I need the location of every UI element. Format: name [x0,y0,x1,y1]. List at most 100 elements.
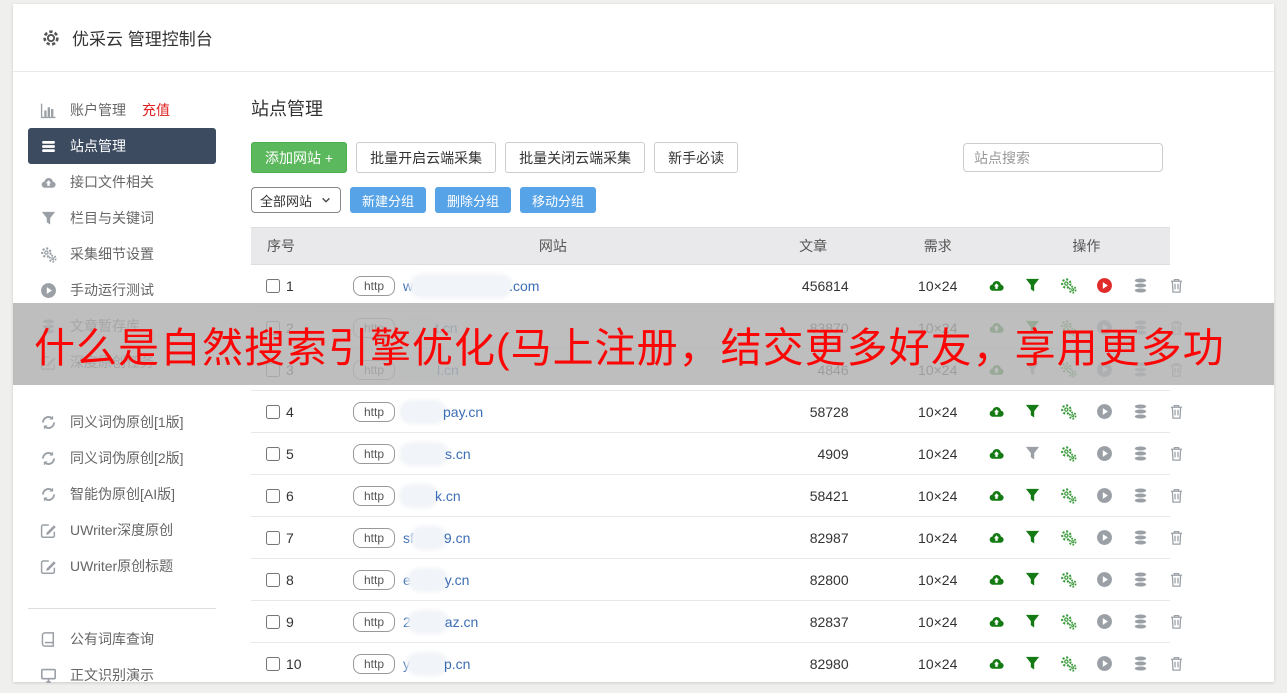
batch-open-cloud-collect-button[interactable]: 批量开启云端采集 [356,142,497,173]
play-icon[interactable] [1096,655,1113,672]
site-domain-link[interactable]: pay.cn [403,403,483,420]
gears-icon[interactable] [1060,487,1077,504]
gears-icon[interactable] [1060,445,1077,462]
row-checkbox[interactable] [266,404,280,419]
play-icon[interactable] [1096,529,1113,546]
site-domain-link[interactable]: s.cn [403,445,471,462]
row-checkbox[interactable] [266,446,280,461]
cloud-upload-icon[interactable] [988,277,1005,294]
trash-icon[interactable] [1168,445,1185,462]
row-demand-value[interactable]: 10×24 [872,558,1003,601]
row-checkbox[interactable] [266,656,280,671]
add-site-button[interactable]: 添加网站 + [251,142,348,173]
new-group-button[interactable]: 新建分组 [350,187,427,213]
site-domain-link[interactable]: 2 az.cn [403,613,478,630]
filter-icon[interactable] [1024,655,1041,672]
filter-icon[interactable] [1024,445,1041,462]
sidebar-item-UWriter原创标题[interactable]: UWriter原创标题 [13,548,216,584]
trash-icon[interactable] [1168,277,1185,294]
row-demand-value[interactable]: 10×24 [872,432,1003,475]
http-protocol-badge[interactable]: http [352,485,395,506]
sidebar-item-正文识别演示[interactable]: 正文识别演示 [13,657,216,693]
cloud-upload-icon[interactable] [988,613,1005,630]
row-checkbox[interactable] [266,572,280,587]
http-protocol-badge[interactable]: http [352,443,395,464]
gears-icon[interactable] [1060,277,1077,294]
sidebar-item-接口文件相关[interactable]: 接口文件相关 [13,164,216,200]
cloud-upload-icon[interactable] [988,445,1005,462]
site-domain-link[interactable]: e y.cn [403,571,469,588]
trash-icon[interactable] [1168,403,1185,420]
site-search-input[interactable] [963,143,1163,172]
database-icon[interactable] [1132,571,1149,588]
site-domain-link[interactable]: y p.cn [403,655,470,672]
recharge-badge[interactable]: 充值 [142,100,170,120]
http-protocol-badge[interactable]: http [352,527,395,548]
gears-icon[interactable] [1060,529,1077,546]
trash-icon[interactable] [1168,613,1185,630]
sidebar-item-账户管理[interactable]: 账户管理 充值 [13,92,216,128]
site-domain-link[interactable]: w .com [403,277,539,294]
filter-icon[interactable] [1024,277,1041,294]
row-articles-count[interactable]: 58421 [753,474,873,517]
play-icon[interactable] [1096,487,1113,504]
filter-icon[interactable] [1024,403,1041,420]
row-checkbox[interactable] [266,614,280,629]
sidebar-item-同义词伪原创[2版][interactable]: 同义词伪原创[2版] [13,440,216,476]
filter-icon[interactable] [1024,487,1041,504]
database-icon[interactable] [1132,487,1149,504]
row-articles-count[interactable]: 4909 [753,432,873,475]
row-articles-count[interactable]: 82800 [753,558,873,601]
play-icon[interactable] [1096,403,1113,420]
trash-icon[interactable] [1168,655,1185,672]
sidebar-item-公有词库查询[interactable]: 公有词库查询 [13,621,216,657]
cloud-upload-icon[interactable] [988,529,1005,546]
gears-icon[interactable] [1060,613,1077,630]
site-domain-link[interactable]: k.cn [403,487,461,504]
row-demand-value[interactable]: 10×24 [872,474,1003,517]
trash-icon[interactable] [1168,571,1185,588]
play-icon[interactable] [1096,571,1113,588]
database-icon[interactable] [1132,655,1149,672]
sidebar-item-同义词伪原创[1版][interactable]: 同义词伪原创[1版] [13,404,216,440]
sidebar-item-栏目与关键词[interactable]: 栏目与关键词 [13,200,216,236]
row-demand-value[interactable]: 10×24 [872,600,1003,643]
gears-icon[interactable] [1060,403,1077,420]
move-group-button[interactable]: 移动分组 [520,187,597,213]
row-articles-count[interactable]: 82837 [753,600,873,643]
database-icon[interactable] [1132,529,1149,546]
cloud-upload-icon[interactable] [988,403,1005,420]
row-articles-count[interactable]: 82987 [753,516,873,559]
cloud-upload-icon[interactable] [988,571,1005,588]
cloud-upload-icon[interactable] [988,487,1005,504]
row-articles-count[interactable]: 456814 [753,264,873,307]
trash-icon[interactable] [1168,529,1185,546]
beginner-guide-button[interactable]: 新手必读 [654,142,739,173]
http-protocol-badge[interactable]: http [352,569,395,590]
http-protocol-badge[interactable]: http [352,611,395,632]
sidebar-item-站点管理[interactable]: 站点管理 [28,128,216,164]
sidebar-item-UWriter深度原创[interactable]: UWriter深度原创 [13,512,216,548]
sidebar-item-智能伪原创[AI版][interactable]: 智能伪原创[AI版] [13,476,216,512]
delete-group-button[interactable]: 删除分组 [435,187,512,213]
row-checkbox[interactable] [266,278,280,293]
filter-icon[interactable] [1024,613,1041,630]
database-icon[interactable] [1132,445,1149,462]
row-articles-count[interactable]: 82980 [753,642,873,685]
row-demand-value[interactable]: 10×24 [872,642,1003,685]
row-demand-value[interactable]: 10×24 [872,516,1003,559]
sidebar-item-采集细节设置[interactable]: 采集细节设置 [13,236,216,272]
http-protocol-badge[interactable]: http [352,275,395,296]
http-protocol-badge[interactable]: http [352,401,395,422]
database-icon[interactable] [1132,277,1149,294]
play-icon[interactable] [1096,445,1113,462]
http-protocol-badge[interactable]: http [352,653,395,674]
row-demand-value[interactable]: 10×24 [872,390,1003,433]
row-checkbox[interactable] [266,488,280,503]
filter-icon[interactable] [1024,571,1041,588]
filter-icon[interactable] [1024,529,1041,546]
row-articles-count[interactable]: 58728 [753,390,873,433]
row-checkbox[interactable] [266,530,280,545]
batch-close-cloud-collect-button[interactable]: 批量关闭云端采集 [505,142,646,173]
play-icon[interactable] [1096,277,1113,294]
